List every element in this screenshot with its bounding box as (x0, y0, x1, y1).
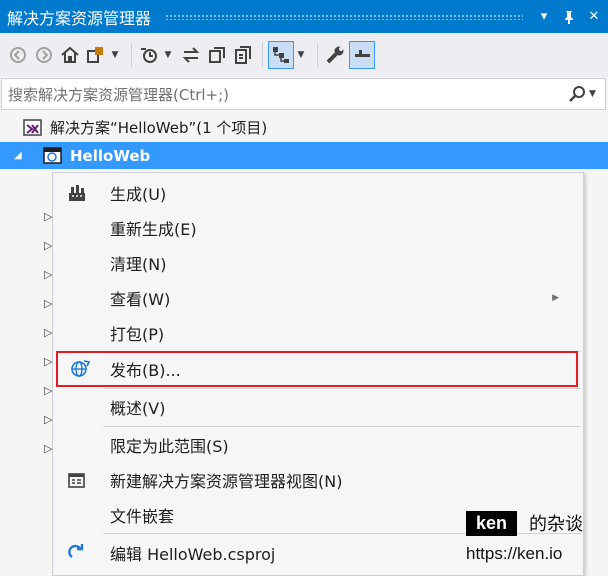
menu-item-new-explorer-view[interactable]: 新建解决方案资源管理器视图(N) (53, 464, 583, 496)
sync-icon[interactable] (179, 42, 203, 68)
title-grip[interactable] (165, 13, 523, 20)
switch-views-icon[interactable] (84, 42, 108, 68)
back-icon[interactable] (6, 42, 30, 68)
watermark-title: 的杂谈 (529, 514, 584, 535)
solution-icon (22, 118, 44, 137)
window-title: 解决方案资源管理器 (7, 8, 152, 28)
menu-item-label: 查看(W) (110, 290, 171, 309)
menu-item-label: 发布(B)... (110, 361, 181, 380)
menu-item-label: 限定为此范围(S) (110, 437, 229, 456)
preview-selected-icon[interactable] (349, 41, 375, 69)
expanded-triangle-icon[interactable]: ◢ (14, 150, 42, 161)
pin-icon[interactable] (558, 6, 580, 28)
menu-item-clean[interactable]: 清理(N) (53, 247, 583, 279)
properties-icon[interactable] (323, 42, 347, 68)
build-icon (53, 177, 101, 209)
watermark-url: https://ken.io (466, 544, 563, 563)
menu-item-label: 编辑 HelloWeb.csproj (110, 545, 276, 564)
window-title-bar: 解决方案资源管理器 ▾ ✕ (0, 0, 608, 33)
publish-globe-icon (58, 353, 101, 385)
menu-item-view[interactable]: 查看(W) ▶ (53, 282, 583, 314)
solution-tree: 解决方案“HelloWeb”(1 个项目) ◢ HelloWeb ▷ ▷ ▷ ▷… (0, 113, 608, 455)
window-dropdown-icon[interactable]: ▾ (533, 6, 555, 28)
menu-item-label: 新建解决方案资源管理器视图(N) (110, 472, 343, 491)
menu-item-label: 生成(U) (110, 185, 167, 204)
menu-item-overview[interactable]: 概述(V) (53, 391, 583, 423)
search-icon[interactable] (567, 85, 589, 103)
edit-arrow-icon (53, 537, 101, 569)
tree-view-dropdown-icon[interactable]: ▼ (296, 42, 306, 68)
toolbar-separator (131, 43, 132, 67)
show-all-files-icon[interactable] (231, 42, 255, 68)
collapse-all-icon[interactable] (205, 42, 229, 68)
menu-item-label: 清理(N) (110, 255, 167, 274)
menu-item-rebuild[interactable]: 重新生成(E) (53, 212, 583, 244)
menu-item-pack[interactable]: 打包(P) (53, 317, 583, 349)
history-dropdown-icon[interactable]: ▼ (163, 42, 173, 68)
new-view-icon (53, 464, 101, 496)
menu-item-label: 重新生成(E) (110, 220, 197, 239)
search-options-dropdown-icon[interactable]: ▼ (589, 89, 605, 99)
toolbar-separator (262, 43, 263, 67)
menu-separator (103, 388, 581, 389)
close-icon[interactable]: ✕ (583, 6, 605, 28)
submenu-arrow-icon: ▶ (552, 293, 559, 303)
menu-separator (103, 351, 581, 352)
menu-item-label: 概述(V) (110, 399, 166, 418)
menu-item-label: 文件嵌套 (110, 507, 175, 526)
search-input[interactable]: 搜索解决方案资源管理器(Ctrl+;) (2, 84, 567, 105)
menu-item-scope-to-this[interactable]: 限定为此范围(S) (53, 429, 583, 461)
solution-explorer-search[interactable]: 搜索解决方案资源管理器(Ctrl+;) ▼ (1, 78, 606, 110)
tree-node-project[interactable]: ◢ HelloWeb (0, 142, 608, 169)
toolbar-separator (317, 43, 318, 67)
watermark-badge: ken (466, 510, 518, 536)
menu-item-build[interactable]: 生成(U) (53, 177, 583, 209)
history-icon[interactable] (137, 42, 161, 68)
solution-explorer-toolbar: ▼ ▼ ▼ (0, 33, 608, 77)
switch-views-dropdown-icon[interactable]: ▼ (110, 42, 120, 68)
watermark: ken 的杂谈 https://ken.io (466, 510, 606, 572)
tree-node-solution[interactable]: 解决方案“HelloWeb”(1 个项目) (0, 113, 608, 142)
menu-item-label: 打包(P) (110, 325, 165, 344)
solution-label: 解决方案“HelloWeb”(1 个项目) (50, 119, 268, 137)
menu-separator (103, 426, 581, 427)
forward-icon[interactable] (32, 42, 56, 68)
home-icon[interactable] (58, 42, 82, 68)
menu-item-publish[interactable]: 发布(B)... (56, 351, 578, 387)
watermark-badge-row: ken 的杂谈 (466, 510, 606, 536)
tree-view-icon[interactable] (268, 41, 294, 69)
project-label: HelloWeb (70, 146, 151, 165)
web-project-icon (42, 146, 64, 165)
